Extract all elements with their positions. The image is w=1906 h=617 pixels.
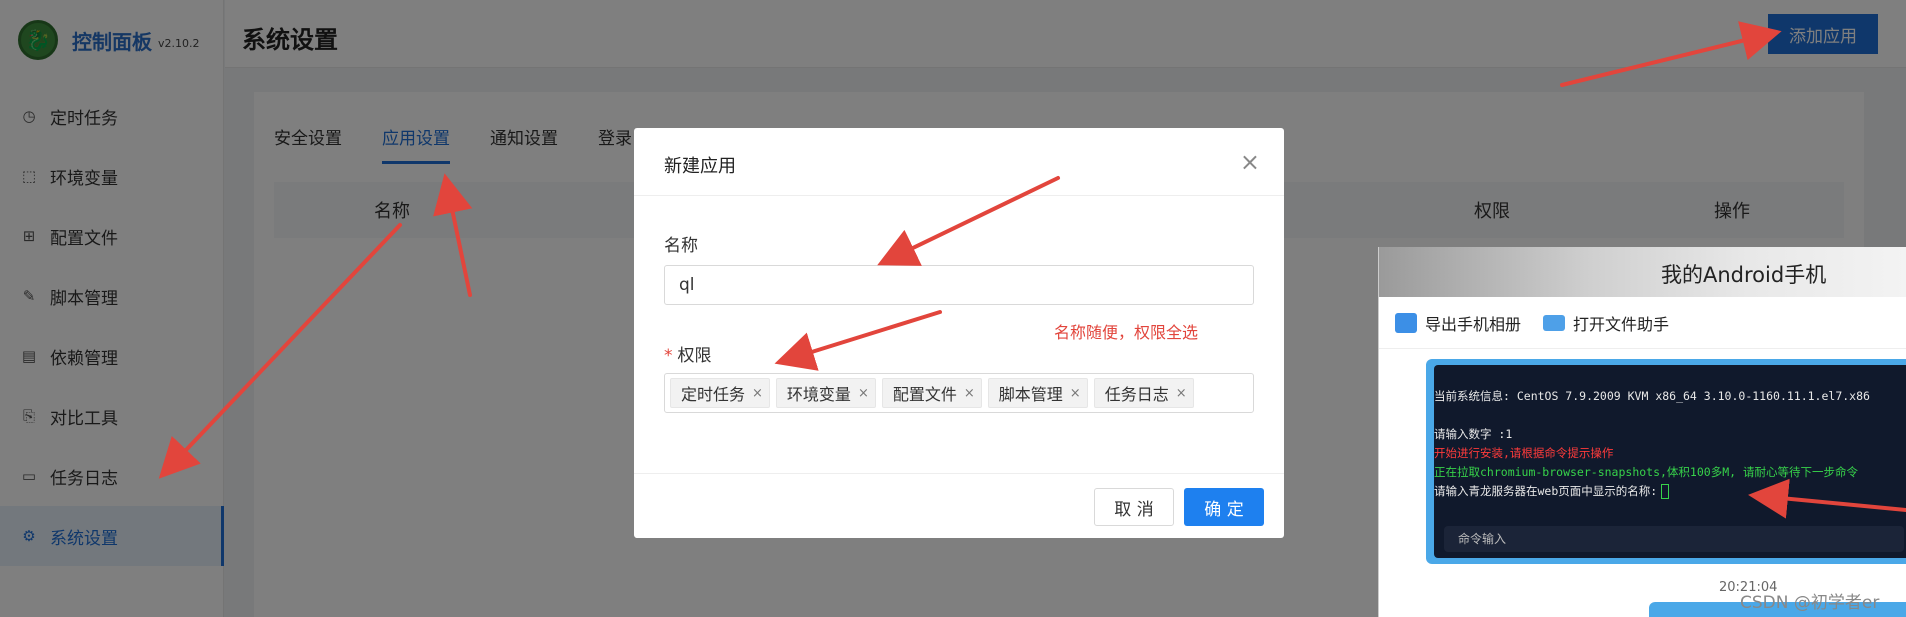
tag-remove-icon[interactable]: ×	[964, 386, 975, 401]
phone-title: 我的Android手机	[1661, 263, 1827, 287]
permission-tag-label: 配置文件	[892, 385, 957, 404]
permission-tag: 脚本管理 ×	[987, 378, 1088, 408]
terminal-line: 请输入数字 :1	[1434, 427, 1513, 441]
close-icon[interactable]: ×	[1240, 148, 1260, 176]
terminal-message: 当前系统信息: CentOS 7.9.2009 KVM x86_64 3.10.…	[1426, 359, 1906, 564]
permission-tag-label: 环境变量	[786, 385, 851, 404]
annotation-note: 名称随便，权限全选	[1054, 323, 1199, 342]
terminal-line: 正在拉取chromium-browser-snapshots,体积100多M, …	[1434, 465, 1858, 479]
terminal: 当前系统信息: CentOS 7.9.2009 KVM x86_64 3.10.…	[1434, 365, 1906, 558]
album-icon	[1395, 312, 1417, 333]
export-album-button[interactable]: 导出手机相册	[1395, 311, 1521, 335]
permission-select[interactable]: 定时任务 × 环境变量 × 配置文件 × 脚本管理 × 任务日志 ×	[664, 373, 1254, 413]
permission-label: * 权限	[664, 341, 712, 366]
export-album-label: 导出手机相册	[1425, 314, 1522, 334]
terminal-line: 开始进行安装,请根据命令提示操作	[1434, 446, 1614, 460]
tag-remove-icon[interactable]: ×	[1070, 386, 1081, 401]
modal-title: 新建应用	[664, 156, 736, 177]
new-app-modal: 新建应用 × 名称 名称随便，权限全选 *权限 定时任务×环境变量×配置文件×脚…	[634, 128, 1284, 538]
permission-tag: 任务日志 ×	[1093, 378, 1194, 408]
tag-remove-icon[interactable]: ×	[752, 386, 763, 401]
folder-icon	[1543, 314, 1566, 331]
permission-tag: 配置文件 ×	[881, 378, 982, 408]
confirm-button[interactable]: 确 定	[1184, 488, 1264, 526]
permission-tag: 环境变量 ×	[775, 378, 876, 408]
terminal-prompt-line: 请输入青龙服务器在web页面中显示的名称:	[1434, 482, 1906, 501]
permission-tag-label: 任务日志	[1104, 385, 1169, 404]
permission-tag: 定时任务 ×	[670, 378, 770, 408]
modal-footer: 取 消 确 定	[634, 473, 1284, 538]
permission-tag-label: 脚本管理	[998, 385, 1063, 404]
name-label: 名称	[664, 236, 698, 256]
required-mark: *	[664, 346, 673, 366]
terminal-cursor	[1661, 484, 1670, 499]
phone-window: 我的Android手机 导出手机相册 打开文件助手 当前系统信息: CentOS…	[1378, 247, 1906, 617]
name-input[interactable]	[664, 265, 1254, 305]
tag-remove-icon[interactable]: ×	[1176, 386, 1187, 401]
phone-toolbar: 导出手机相册 打开文件助手	[1379, 297, 1906, 349]
permission-tag-label: 定时任务	[681, 385, 746, 404]
terminal-line: 当前系统信息: CentOS 7.9.2009 KVM x86_64 3.10.…	[1434, 389, 1870, 403]
open-file-helper-button[interactable]: 打开文件助手	[1543, 311, 1669, 335]
cancel-button[interactable]: 取 消	[1094, 488, 1174, 526]
phone-banner: 我的Android手机	[1379, 247, 1906, 297]
watermark: CSDN @初学者er	[1740, 593, 1880, 613]
modal-header: 新建应用 ×	[634, 128, 1284, 196]
open-file-helper-label: 打开文件助手	[1573, 314, 1670, 334]
tag-remove-icon[interactable]: ×	[858, 386, 869, 401]
terminal-prompt: 请输入青龙服务器在web页面中显示的名称:	[1434, 484, 1658, 498]
command-input[interactable]: 命令输入	[1444, 526, 1904, 552]
permission-label-text: 权限	[677, 346, 712, 366]
